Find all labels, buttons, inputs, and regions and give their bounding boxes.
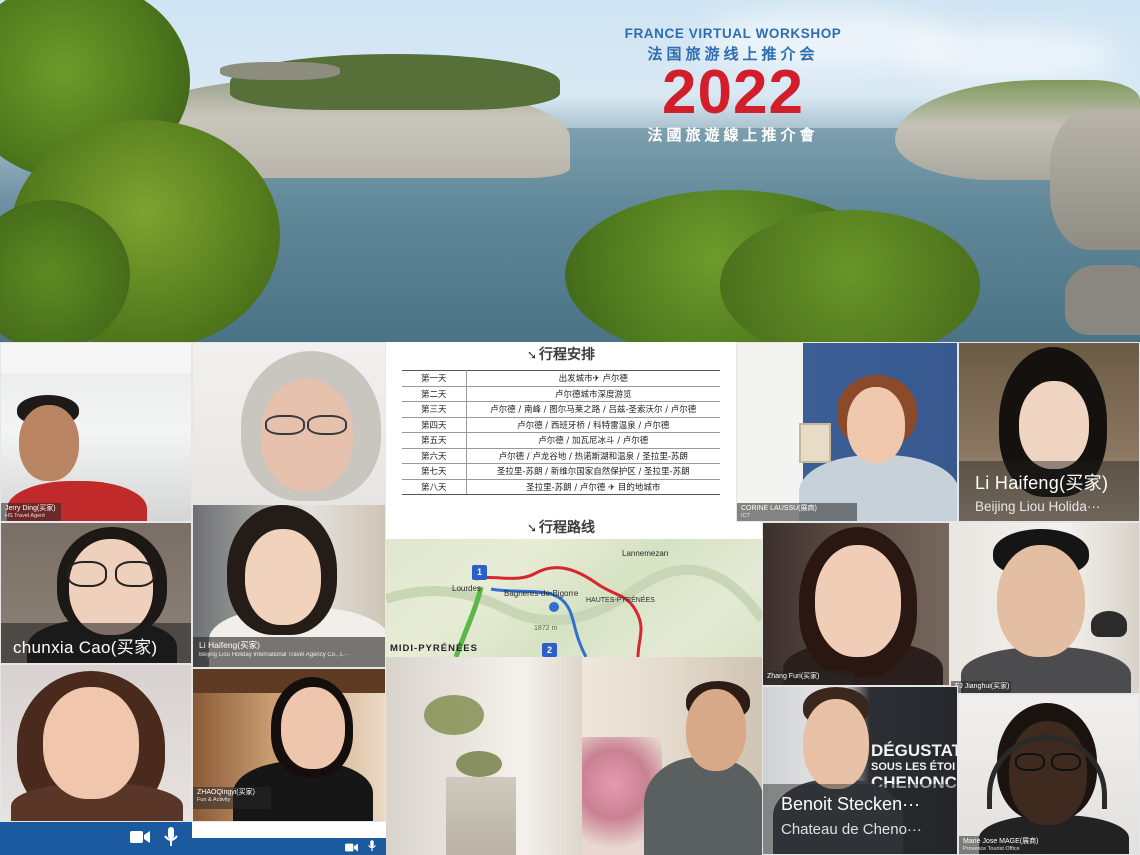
- itinerary-row: 第七天 圣拉里-苏朗 / 新维尔国家自然保护区 / 圣拉里-苏朗: [402, 463, 720, 480]
- meeting-collage: FRANCE VIRTUAL WORKSHOP 法国旅游线上推介会 2022 法…: [0, 0, 1140, 855]
- map-label: Lourdes: [452, 584, 481, 593]
- participant-subtitle: Fun & Activity: [197, 797, 231, 803]
- map-label: 1872 m: [534, 625, 558, 632]
- itinerary-route: 卢尔德 / 南峰 / 图尔马莱之路 / 吕兹-圣索沃尔 / 卢尔德: [466, 401, 720, 418]
- arrow-down-right-icon: ➘: [526, 348, 538, 362]
- itinerary-heading: ➘ 行程安排: [386, 344, 736, 364]
- participant-name-label: Zhang Furi(买家): [763, 671, 853, 685]
- map-label: Lannemezan: [622, 549, 669, 558]
- participant-subtitle: Provence Tourist Office: [963, 846, 1020, 852]
- video-camera-icon[interactable]: [345, 837, 358, 855]
- participant-name-label: Jerry Ding(买家) HS Travel Agent: [1, 503, 61, 521]
- participant-name: Marie Jose MAGE(展商): [963, 838, 1039, 845]
- participant-name: chunxia Cao(买家): [13, 638, 158, 657]
- map-label: Bagneres-de-Bigorre: [504, 589, 579, 598]
- participant-name: Zhang Furi(买家): [767, 673, 820, 680]
- title-year: 2022: [662, 58, 804, 127]
- participant-tile[interactable]: Marie Jose MAGE(展商) Provence Tourist Off…: [958, 694, 1140, 855]
- video-camera-icon[interactable]: [130, 829, 150, 848]
- participant-name-label: chunxia Cao(买家): [1, 623, 191, 663]
- venue-photo: [386, 657, 582, 855]
- itinerary-row: 第五天 卢尔德 / 加瓦尼冰斗 / 卢尔德: [402, 432, 720, 449]
- sign-line: DÉGUSTAT: [871, 741, 958, 760]
- map-label: MIDI-PYRÉNÉES: [390, 643, 478, 654]
- participant-tile[interactable]: [0, 664, 192, 822]
- itinerary-day: 第三天: [402, 401, 467, 418]
- participant-subtitle: ICT: [741, 513, 750, 519]
- itinerary-row: 第一天 出发城市✈ 卢尔德: [402, 370, 720, 387]
- participant-name: Li Haifeng(买家): [975, 473, 1109, 493]
- participant-name-label: FJ Jianghui(买家): [951, 681, 1011, 693]
- participant-tile[interactable]: chunxia Cao(买家): [0, 522, 192, 664]
- map-marker: 2: [542, 643, 557, 657]
- participant-subtitle: HS Travel Agent: [5, 513, 45, 519]
- itinerary-day: 第四天: [402, 417, 467, 433]
- participant-tile[interactable]: Zhang Furi(买家): [762, 522, 950, 686]
- itinerary-row: 第六天 卢尔德 / 卢龙谷地 / 热诺斯湖和温泉 / 圣拉里-苏朗: [402, 448, 720, 464]
- itinerary-day: 第八天: [402, 479, 467, 495]
- workshop-banner: FRANCE VIRTUAL WORKSHOP 法国旅游线上推介会 2022 法…: [0, 0, 1140, 342]
- title-chinese-traditional: 法國旅遊線上推介會: [647, 126, 819, 144]
- itinerary-day: 第二天: [402, 386, 467, 402]
- participant-name-label: Li Haifeng(买家) Beijing Liou Holiday Inte…: [193, 637, 385, 667]
- participant-name-label: Benoit Stecken··· Chateau de Cheno···: [763, 784, 957, 854]
- microphone-icon[interactable]: [164, 826, 178, 851]
- arrow-down-right-icon: ➘: [526, 521, 538, 535]
- itinerary-route: 圣拉里-苏朗 / 新维尔国家自然保护区 / 圣拉里-苏朗: [466, 463, 720, 480]
- itinerary-day: 第一天: [402, 370, 467, 387]
- participant-subtitle: Beijing Liou Holiday International Trave…: [199, 652, 350, 658]
- itinerary-heading-text: 行程安排: [539, 347, 596, 363]
- participant-tile[interactable]: ZHAOQingyi(买家) Fun & Activity: [192, 668, 386, 822]
- itinerary-route: 卢尔德 / 加瓦尼冰斗 / 卢尔德: [466, 432, 720, 449]
- participant-tile[interactable]: [192, 342, 386, 504]
- participant-name: Jerry Ding(买家): [5, 505, 56, 512]
- participant-tile[interactable]: Li Haifeng(买家) Beijing Liou Holiday Inte…: [192, 504, 386, 668]
- map-label: HAUTES-PYRÉNÉES: [586, 597, 655, 604]
- itinerary-row: 第三天 卢尔德 / 南峰 / 图尔马莱之路 / 吕兹-圣索沃尔 / 卢尔德: [402, 401, 720, 418]
- itinerary-slide: ➘ 行程安排 第一天 出发城市✈ 卢尔德 第二天 卢尔德城市深度游览 第三天 卢尔德 / 南…: [386, 342, 736, 539]
- itinerary-row: 第二天 卢尔德城市深度游览: [402, 386, 720, 402]
- itinerary-row: 第八天 圣拉里-苏朗 / 卢尔德 ✈ 目的地城市: [402, 479, 720, 495]
- participant-tile[interactable]: DÉGUSTAT SOUS LES ÉTOI CHENONC Benoit St…: [762, 686, 958, 855]
- route-heading-text: 行程路线: [539, 520, 596, 536]
- route-map: Lannemezan Lourdes Bagneres-de-Bigorre H…: [386, 539, 762, 657]
- itinerary-day: 第五天: [402, 432, 467, 449]
- participant-name-label: Li Haifeng(买家) Beijing Liou Holida···: [959, 461, 1139, 521]
- itinerary-route: 卢尔德城市深度游览: [466, 386, 720, 402]
- participant-tile[interactable]: Li Haifeng(买家) Beijing Liou Holida···: [958, 342, 1140, 522]
- route-heading: ➘ 行程路线: [386, 517, 736, 537]
- participant-name: Benoit Stecken···: [781, 794, 921, 814]
- presenter-photo: [582, 657, 762, 855]
- left-control-bar: [0, 822, 192, 855]
- itinerary-route: 卢尔德 / 西班牙桥 / 科特雷温泉 / 卢尔德: [466, 417, 720, 433]
- participant-name: ZHAOQingyi(买家): [197, 789, 255, 796]
- itinerary-day: 第六天: [402, 448, 467, 464]
- small-control-bar: [192, 838, 386, 855]
- participant-name-label: ZHAOQingyi(买家) Fun & Activity: [193, 787, 271, 809]
- itinerary-day: 第七天: [402, 463, 467, 480]
- participant-subtitle: Beijing Liou Holida···: [975, 499, 1101, 514]
- participant-subtitle: Chateau de Cheno···: [781, 821, 922, 838]
- itinerary-row: 第四天 卢尔德 / 西班牙桥 / 科特雷温泉 / 卢尔德: [402, 417, 720, 433]
- participant-name-label: CORINE LAUSSU(展商) ICT: [737, 503, 857, 521]
- participant-tile[interactable]: Jerry Ding(买家) HS Travel Agent: [0, 342, 192, 522]
- participant-name: CORINE LAUSSU(展商): [741, 505, 817, 512]
- participant-name-label: Marie Jose MAGE(展商) Provence Tourist Off…: [959, 836, 1041, 854]
- participant-name: Li Haifeng(买家): [199, 640, 260, 650]
- itinerary-table: 第一天 出发城市✈ 卢尔德 第二天 卢尔德城市深度游览 第三天 卢尔德 / 南峰 / 图尔…: [402, 370, 720, 495]
- itinerary-route: 出发城市✈ 卢尔德: [466, 370, 720, 387]
- participant-name: FJ Jianghui(买家): [955, 683, 1010, 690]
- participant-tile[interactable]: FJ Jianghui(买家): [950, 522, 1140, 694]
- title-english: FRANCE VIRTUAL WORKSHOP: [624, 26, 842, 41]
- itinerary-route: 圣拉里-苏朗 / 卢尔德 ✈ 目的地城市: [466, 479, 720, 495]
- workshop-title: FRANCE VIRTUAL WORKSHOP 法国旅游线上推介会 2022 法…: [618, 26, 848, 145]
- microphone-icon[interactable]: [368, 837, 376, 855]
- map-marker: 1: [472, 565, 487, 580]
- participant-tile[interactable]: CORINE LAUSSU(展商) ICT: [736, 342, 958, 522]
- itinerary-route: 卢尔德 / 卢龙谷地 / 热诺斯湖和温泉 / 圣拉里-苏朗: [466, 448, 720, 464]
- route-map-graphic: [386, 564, 762, 657]
